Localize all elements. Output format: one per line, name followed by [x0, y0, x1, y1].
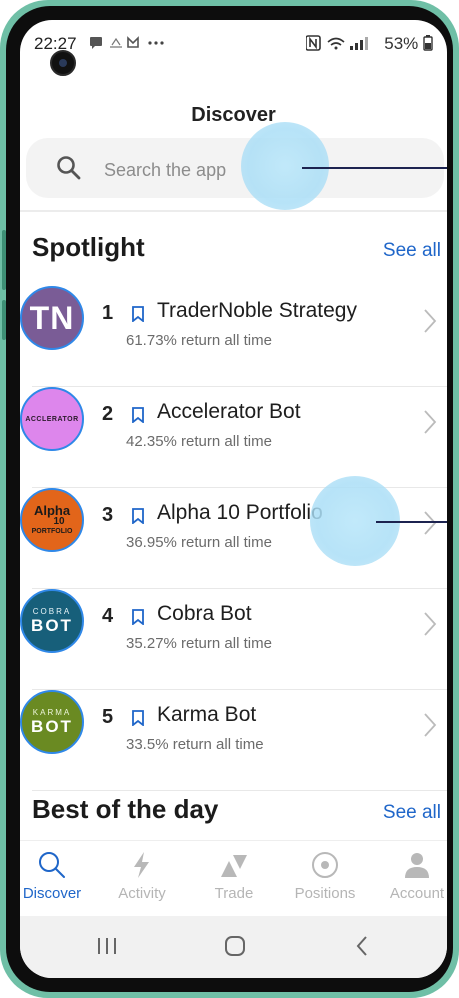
page-title: Discover	[191, 104, 276, 126]
spotlight-item-5[interactable]: KARMA BOT 5 Karma Bot 33.5% return all t…	[20, 690, 447, 791]
avatar-text-bottom: BOT	[31, 717, 73, 736]
avatar: COBRA BOT	[20, 589, 84, 653]
item-return: 36.95% return all time	[126, 534, 272, 551]
search-icon	[57, 156, 81, 180]
item-return: 61.73% return all time	[126, 332, 272, 349]
item-return: 33.5% return all time	[126, 736, 264, 753]
avatar: Alpha 10 PORTFOLIO	[20, 488, 84, 552]
trade-icon	[221, 855, 247, 877]
tab-positions[interactable]: Positions	[280, 851, 370, 902]
spotlight-item-1[interactable]: TN 1 TraderNoble Strategy 61.73% return …	[20, 286, 447, 387]
signal-icons	[304, 35, 368, 51]
bookmark-icon[interactable]	[132, 710, 144, 726]
item-return: 42.35% return all time	[126, 433, 272, 450]
lightning-icon	[134, 852, 149, 878]
bookmark-icon[interactable]	[132, 407, 144, 423]
target-icon	[312, 852, 338, 878]
spotlight-item-4[interactable]: COBRA BOT 4 Cobra Bot 35.27% return all …	[20, 589, 447, 690]
battery-percent: 53%	[384, 34, 419, 53]
chevron-right-icon	[424, 309, 437, 333]
spotlight-item-2[interactable]: ACCLERATOR 2 Accelerator Bot 42.35% retu…	[20, 387, 447, 488]
bookmark-icon[interactable]	[132, 508, 144, 524]
avatar: TN	[20, 286, 84, 350]
spotlight-title: Spotlight	[32, 232, 145, 262]
rank-number: 4	[102, 605, 114, 627]
notification-icons-svg	[90, 36, 164, 49]
tab-activity[interactable]: Activity	[97, 851, 187, 902]
avatar: ACCLERATOR	[20, 387, 84, 451]
tab-label: Account	[389, 885, 445, 902]
best-of-day-title: Best of the day	[32, 794, 219, 824]
tab-label: Positions	[294, 885, 356, 902]
home-icon[interactable]	[223, 934, 247, 958]
chevron-right-icon	[424, 612, 437, 636]
avatar-text: TN	[29, 299, 75, 336]
item-name: Alpha 10 Portfolio	[157, 501, 323, 524]
rank-number: 3	[102, 504, 114, 526]
rank-number: 5	[102, 706, 114, 728]
tab-label: Trade	[214, 885, 254, 902]
chevron-right-icon	[424, 511, 437, 535]
rank-number: 1	[102, 302, 114, 324]
row-divider	[32, 790, 447, 791]
spotlight-see-all-link[interactable]: See all	[383, 240, 441, 262]
avatar-text-mid: 10	[53, 516, 65, 527]
search-icon	[39, 852, 65, 878]
notification-icons	[90, 36, 170, 53]
item-name: Accelerator Bot	[157, 400, 301, 423]
touch-indicator-line	[302, 167, 447, 169]
avatar-text: ACCLERATOR	[25, 415, 79, 423]
item-name: Cobra Bot	[157, 602, 252, 625]
status-bar: 22:27 53%	[20, 20, 447, 68]
bookmark-icon[interactable]	[132, 306, 144, 322]
tab-trade[interactable]: Trade	[189, 851, 279, 902]
avatar: KARMA BOT	[20, 690, 84, 754]
recent-apps-icon[interactable]	[96, 936, 118, 956]
rank-number: 2	[102, 403, 114, 425]
battery-icon	[423, 35, 433, 51]
tab-label: Activity	[118, 885, 166, 902]
chevron-right-icon	[424, 713, 437, 737]
item-return: 35.27% return all time	[126, 635, 272, 652]
bottom-tab-bar: Discover Activity Trade Positions Accoun…	[20, 840, 447, 917]
header-divider	[20, 210, 447, 212]
tab-label: Discover	[22, 885, 82, 902]
avatar-text-bottom: BOT	[31, 616, 73, 635]
touch-indicator	[241, 122, 329, 210]
chevron-right-icon	[424, 410, 437, 434]
item-name: Karma Bot	[157, 703, 257, 726]
bookmark-icon[interactable]	[132, 609, 144, 625]
back-icon[interactable]	[354, 934, 370, 958]
screen: 22:27 53% Discover Search the app Spotli…	[20, 20, 447, 978]
best-of-day-see-all-link[interactable]: See all	[383, 802, 441, 824]
tab-account[interactable]: Account	[372, 851, 447, 902]
tab-discover[interactable]: Discover	[20, 851, 97, 902]
status-right: 53%	[304, 34, 434, 54]
person-icon	[405, 853, 429, 878]
item-name: TraderNoble Strategy	[157, 299, 357, 322]
system-nav-bar	[20, 916, 447, 978]
avatar-text-bottom: PORTFOLIO	[31, 528, 73, 535]
touch-indicator-line	[376, 521, 447, 523]
front-camera	[50, 50, 76, 76]
